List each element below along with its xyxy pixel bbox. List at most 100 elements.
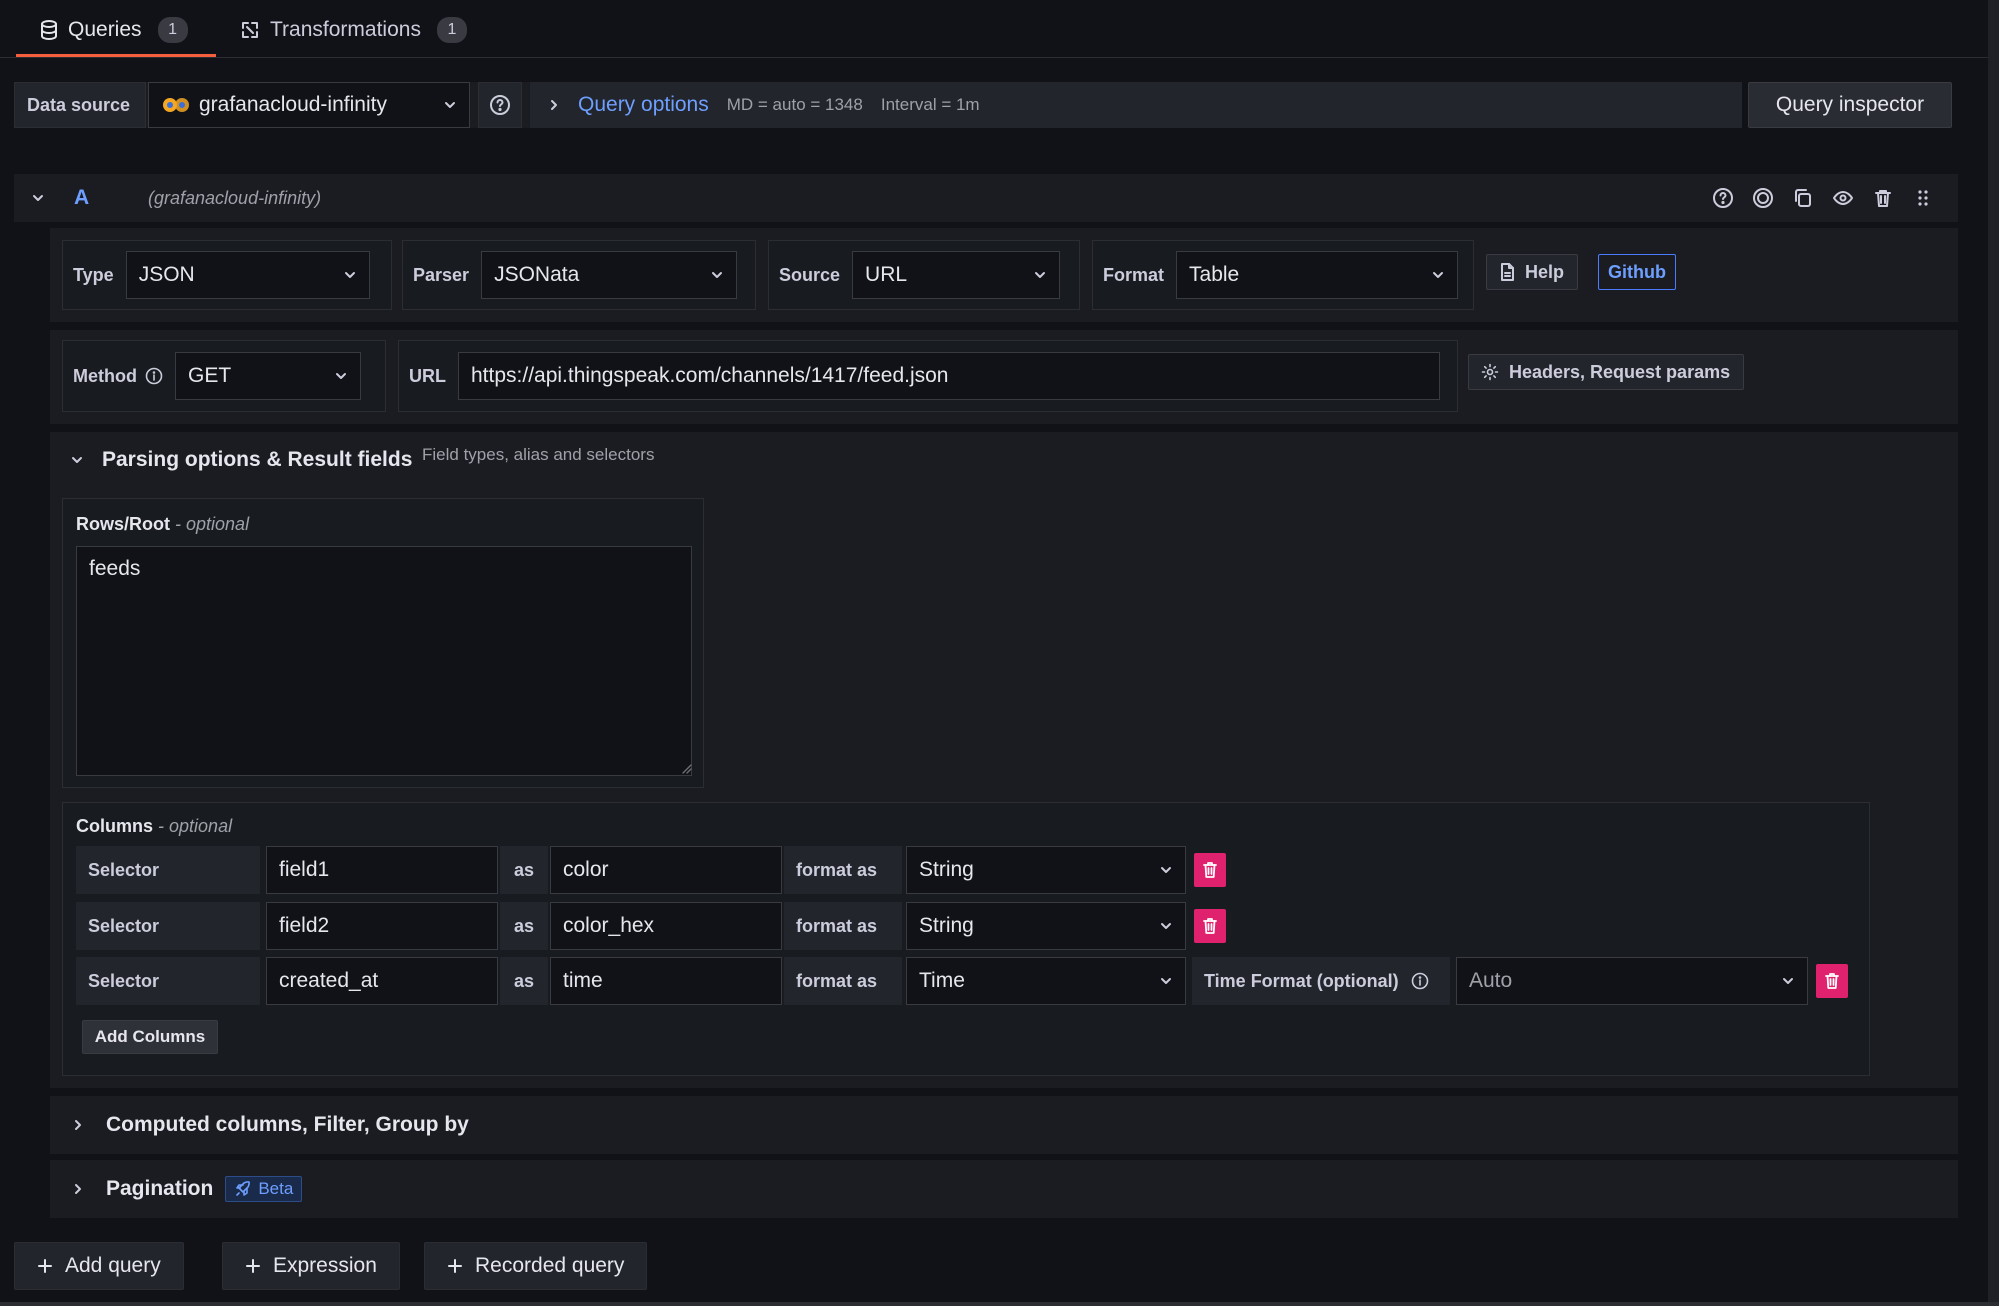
delete-column-button[interactable] (1194, 853, 1226, 887)
plus-icon (245, 1258, 261, 1274)
computed-title: Computed columns, Filter, Group by (106, 1113, 469, 1137)
as-label: as (500, 902, 548, 950)
datasource-picker[interactable]: grafanacloud-infinity (148, 82, 470, 128)
selector-input[interactable]: created_at (266, 957, 498, 1005)
recorded-query-button[interactable]: Recorded query (424, 1242, 647, 1290)
source-field: Source URL (768, 240, 1080, 310)
time-format-label: Time Format (optional) (1204, 971, 1399, 992)
trash-icon[interactable] (1872, 187, 1894, 209)
headers-request-params-button[interactable]: Headers, Request params (1468, 354, 1744, 390)
chevron-down-icon (710, 268, 724, 282)
help-button[interactable]: Help (1486, 254, 1578, 290)
url-field: URL https://api.thingspeak.com/channels/… (398, 340, 1458, 412)
parser-select[interactable]: JSONata (481, 251, 737, 299)
add-query-button[interactable]: Add query (14, 1242, 184, 1290)
column-format-select[interactable]: Time (906, 957, 1186, 1005)
url-input[interactable]: https://api.thingspeak.com/channels/1417… (458, 352, 1440, 400)
trash-icon (1202, 861, 1218, 879)
max-data-points: MD = auto = 1348 (727, 95, 863, 115)
delete-column-button[interactable] (1816, 964, 1848, 998)
infinity-logo-icon (161, 96, 191, 114)
time-format-select[interactable]: Auto (1456, 957, 1808, 1005)
format-as-label: format as (784, 846, 902, 894)
column-format-value: Time (919, 969, 965, 993)
collapse-chevron-icon[interactable] (30, 190, 46, 206)
method-value: GET (188, 364, 231, 388)
type-label: Type (73, 265, 114, 286)
column-row: Selector created_at as time format as Ti… (76, 957, 1848, 1005)
chevron-right-icon (72, 1182, 84, 1196)
computed-columns-section[interactable]: Computed columns, Filter, Group by (50, 1096, 1958, 1154)
info-icon[interactable] (145, 367, 163, 385)
rocket-icon (234, 1180, 252, 1198)
method-select[interactable]: GET (175, 352, 361, 400)
transform-icon (240, 20, 260, 40)
columns-label: Columns (76, 816, 153, 836)
tab-queries-label: Queries (68, 18, 142, 42)
trash-icon (1824, 972, 1840, 990)
tab-transformations[interactable]: Transformations 1 (240, 2, 467, 58)
parser-field: Parser JSONata (402, 240, 756, 310)
format-as-label: format as (784, 957, 902, 1005)
duplicate-icon[interactable] (1792, 187, 1814, 209)
github-button[interactable]: Github (1598, 254, 1676, 290)
info-icon[interactable] (1411, 972, 1429, 990)
resize-handle-icon[interactable] (680, 762, 692, 774)
query-options-label: Query options (578, 93, 709, 117)
selector-input[interactable]: field2 (266, 902, 498, 950)
parsing-section-header[interactable]: Parsing options & Result fields (70, 448, 412, 472)
active-tab-indicator (16, 54, 216, 57)
selector-input[interactable]: field1 (266, 846, 498, 894)
column-format-select[interactable]: String (906, 902, 1186, 950)
selector-label: Selector (76, 902, 260, 950)
parser-label: Parser (413, 265, 469, 286)
as-label: as (500, 846, 548, 894)
column-format-select[interactable]: String (906, 846, 1186, 894)
tab-queries[interactable]: Queries 1 (40, 2, 188, 58)
rows-root-textarea[interactable]: feeds (76, 546, 692, 776)
help-icon[interactable] (1712, 187, 1734, 209)
pagination-section[interactable]: Pagination Beta (50, 1160, 1958, 1218)
source-label: Source (779, 265, 840, 286)
expression-button[interactable]: Expression (222, 1242, 400, 1290)
beta-badge: Beta (225, 1176, 302, 1202)
add-columns-button[interactable]: Add Columns (82, 1020, 218, 1054)
chevron-down-icon (1159, 974, 1173, 988)
chevron-down-icon (1159, 919, 1173, 933)
source-select[interactable]: URL (852, 251, 1060, 299)
chevron-down-icon (1159, 863, 1173, 877)
scrollbar-track[interactable] (1988, 0, 1999, 1306)
query-datasource-name: (grafanacloud-infinity) (148, 188, 321, 209)
recorded-query-label: Recorded query (475, 1254, 624, 1278)
method-field: Method GET (62, 340, 386, 412)
database-icon (40, 20, 58, 40)
eye-icon[interactable] (1832, 187, 1854, 209)
tab-transformations-count: 1 (437, 17, 467, 43)
type-value: JSON (139, 263, 195, 287)
alias-input[interactable]: time (550, 957, 782, 1005)
format-select[interactable]: Table (1176, 251, 1458, 299)
type-select[interactable]: JSON (126, 251, 370, 299)
document-icon (1499, 263, 1515, 281)
query-inspector-button[interactable]: Query inspector (1748, 82, 1952, 128)
delete-column-button[interactable] (1194, 909, 1226, 943)
format-label: Format (1103, 265, 1164, 286)
rows-optional-label: - optional (175, 514, 249, 534)
chevron-down-icon (1431, 268, 1445, 282)
datasource-label: Data source (14, 82, 146, 128)
parser-value: JSONata (494, 263, 579, 287)
alias-input[interactable]: color (550, 846, 782, 894)
format-value: Table (1189, 263, 1239, 287)
column-format-value: String (919, 914, 974, 938)
drag-handle-icon[interactable] (1912, 187, 1934, 209)
method-label-group: Method (73, 366, 163, 387)
tab-queries-count: 1 (158, 17, 188, 43)
alias-input[interactable]: color_hex (550, 902, 782, 950)
query-options-bar[interactable]: Query options MD = auto = 1348 Interval … (530, 82, 1742, 128)
tab-transformations-label: Transformations (270, 18, 421, 42)
record-icon[interactable] (1752, 187, 1774, 209)
query-ref-id[interactable]: A (74, 186, 89, 210)
rows-root-label: Rows/Root (76, 514, 170, 534)
datasource-help-button[interactable] (478, 82, 522, 128)
interval: Interval = 1m (881, 95, 980, 115)
